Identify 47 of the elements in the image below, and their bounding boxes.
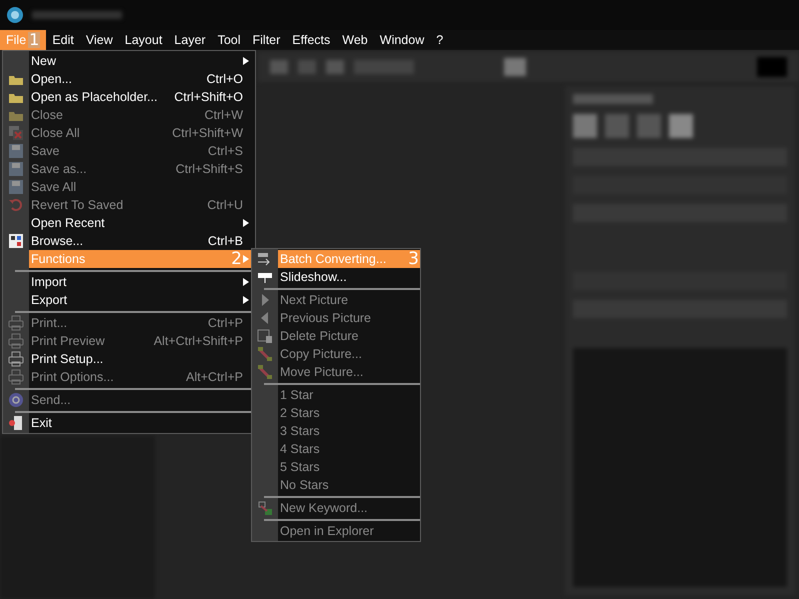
menu-bar-item[interactable]: View: [80, 30, 119, 50]
blurred-tool-button[interactable]: [637, 114, 661, 138]
menu-bar-item[interactable]: Layer: [168, 30, 212, 50]
step-number: 1: [28, 32, 40, 48]
printer-icon: [8, 369, 24, 385]
blurred-tool-button[interactable]: [270, 60, 288, 74]
menu-bar-item[interactable]: Layout: [118, 30, 168, 50]
numbers-arrow-icon: [256, 251, 272, 267]
menu-bar-item[interactable]: ?: [430, 30, 450, 50]
step-number: 3: [408, 250, 420, 268]
blurred-tool-button[interactable]: [605, 114, 629, 138]
tag-icon: [257, 500, 273, 516]
arrows-picture-icon: [257, 364, 273, 380]
blurred-tool-button[interactable]: [573, 114, 597, 138]
printer-icon: [8, 333, 24, 349]
menu-bar-item[interactable]: Web: [336, 30, 374, 50]
step-number: 2: [231, 250, 243, 268]
menu-bar-item[interactable]: Edit: [46, 30, 80, 50]
blurred-tool-button[interactable]: [326, 60, 344, 74]
at-sign-icon: [8, 392, 24, 408]
delete-picture-icon: [257, 328, 273, 344]
menu-item[interactable]: Slideshow...: [252, 268, 420, 286]
menu-item[interactable]: Export: [3, 291, 255, 309]
blurred-tool-button[interactable]: [504, 58, 526, 76]
blurred-tool-button[interactable]: [298, 60, 316, 74]
exit-door-icon: [8, 415, 24, 431]
undo-icon: [8, 197, 24, 213]
menu-bar-item[interactable]: Window: [374, 30, 430, 50]
app-logo-icon: [6, 6, 24, 24]
menu-item[interactable]: Open... Ctrl+O: [3, 70, 255, 88]
close-all-icon: [8, 125, 24, 141]
menu-bar-item[interactable]: Effects: [286, 30, 336, 50]
printer-icon: [8, 351, 24, 367]
blurred-tool-button[interactable]: [669, 114, 693, 138]
printer-icon: [8, 315, 24, 331]
menu-bar-item[interactable]: Tool: [212, 30, 247, 50]
menu-item[interactable]: Browse... Ctrl+B: [3, 232, 255, 250]
blurred-color-swatch[interactable]: [757, 57, 787, 77]
menu-item[interactable]: Exit: [3, 414, 255, 432]
menu-item[interactable]: New: [3, 52, 255, 70]
grid-icon: [8, 233, 24, 249]
menu-bar-item[interactable]: Filter: [246, 30, 286, 50]
menu-item[interactable]: Import: [3, 273, 255, 291]
arrows-picture-icon: [257, 346, 273, 362]
menu-item[interactable]: Open as Placeholder... Ctrl+Shift+O: [3, 88, 255, 106]
menu-item[interactable]: Open Recent: [3, 214, 255, 232]
menu-item[interactable]: Print Setup...: [3, 350, 255, 368]
